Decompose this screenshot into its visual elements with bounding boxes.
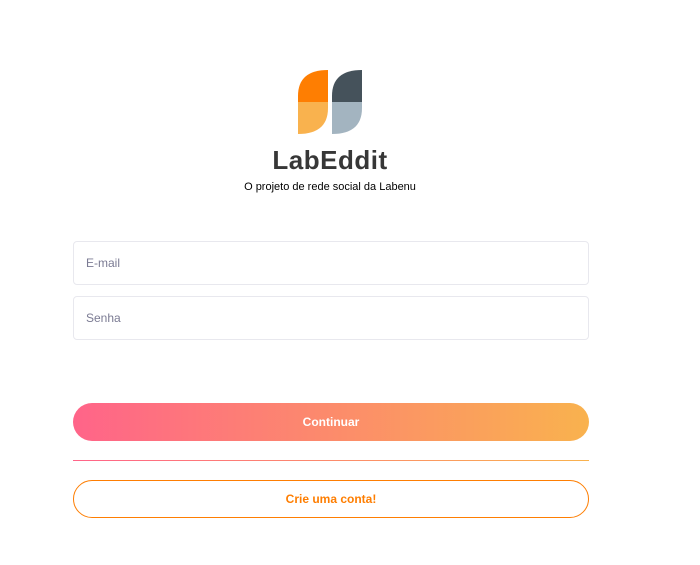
divider xyxy=(73,460,589,461)
password-input[interactable] xyxy=(74,297,588,339)
email-input[interactable] xyxy=(74,242,588,284)
email-field[interactable] xyxy=(73,241,589,285)
login-page: LabEddit O projeto de rede social da Lab… xyxy=(0,0,700,565)
app-title: LabEddit xyxy=(272,145,388,175)
app-tagline: O projeto de rede social da Labenu xyxy=(244,181,416,193)
password-field[interactable] xyxy=(73,296,589,340)
labenu-logo-icon xyxy=(298,70,362,134)
continue-button[interactable]: Continuar xyxy=(73,403,589,441)
signup-button[interactable]: Crie uma conta! xyxy=(73,480,589,518)
